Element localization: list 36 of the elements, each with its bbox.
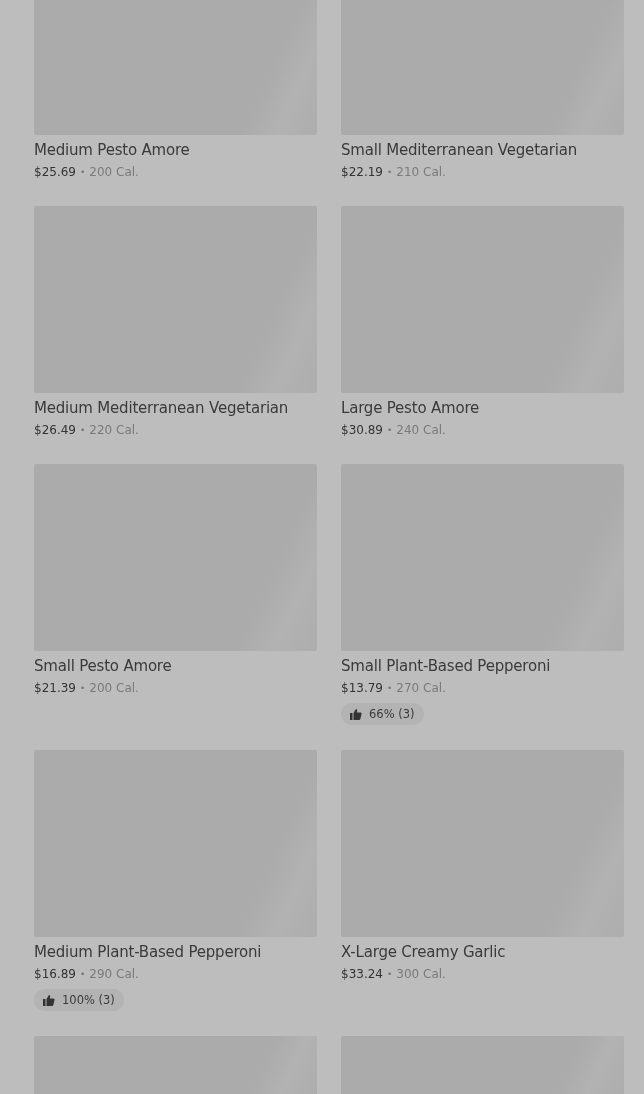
separator-dot: • [80,424,86,437]
item-name: Medium Pesto Amore [34,140,191,160]
rating-badge: 66% (3) [341,703,424,725]
separator-dot: • [387,424,393,437]
separator-dot: • [387,968,393,981]
separator-dot: • [80,166,86,179]
item-price: $26.49 [34,422,76,439]
item-price: $25.69 [34,164,76,181]
item-calories: 210 Cal. [396,164,446,181]
item-calories: 220 Cal. [89,422,139,439]
item-name: Small Plant-Based Pepperoni [341,656,552,676]
thumbs-up-icon [43,994,55,1006]
thumbs-up-icon [350,708,362,720]
item-price: $16.89 [34,966,76,983]
item-name: X-Large Creamy Garlic [341,942,507,962]
rating-badge: 100% (3) [34,989,124,1011]
item-calories: 200 Cal. [89,680,139,697]
item-name: Large Pesto Amore [341,398,481,418]
item-price: $21.39 [34,680,76,697]
item-calories: 270 Cal. [396,680,446,697]
item-name: Medium Plant-Based Pepperoni [34,942,263,962]
item-calories: 240 Cal. [396,422,446,439]
item-price: $30.89 [341,422,383,439]
item-name: Small Pesto Amore [34,656,173,676]
separator-dot: • [387,166,393,179]
item-price: $22.19 [341,164,383,181]
item-calories: 200 Cal. [89,164,139,181]
item-calories: 290 Cal. [89,966,139,983]
item-calories: 300 Cal. [396,966,446,983]
separator-dot: • [80,682,86,695]
item-price: $13.79 [341,680,383,697]
item-name: Small Mediterranean Vegetarian [341,140,579,160]
item-price: $33.24 [341,966,383,983]
separator-dot: • [387,682,393,695]
separator-dot: • [80,968,86,981]
item-name: Medium Mediterranean Vegetarian [34,398,290,418]
